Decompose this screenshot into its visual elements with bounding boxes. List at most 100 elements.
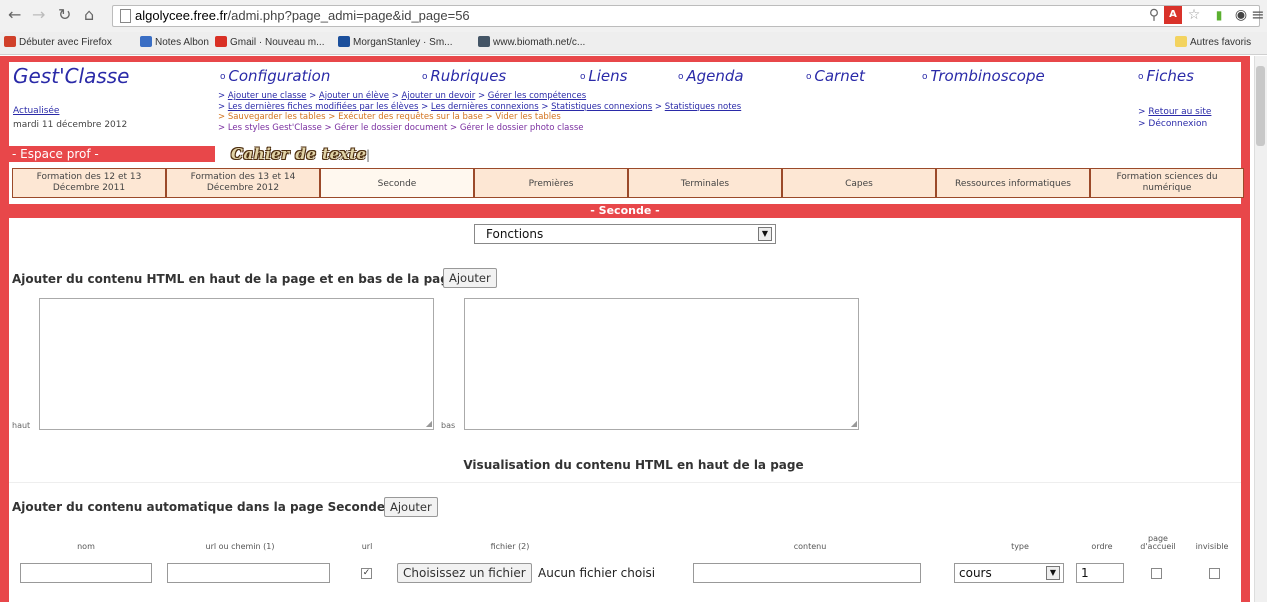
col-invisible: invisible (1195, 542, 1229, 551)
url-host: algolycee.free.fr (135, 8, 228, 23)
menu-icon[interactable]: ≡ (1249, 6, 1267, 24)
link-ajouter-devoir[interactable]: Ajouter un devoir (402, 91, 476, 101)
col-ordre: ordre (1091, 542, 1113, 551)
forward-icon[interactable]: → (32, 4, 45, 26)
address-bar[interactable]: algolycee.free.fr/admi.php?page_admi=pag… (112, 5, 1260, 27)
link-ajouter-classe[interactable]: Ajouter une classe (228, 91, 307, 101)
bookmark-icon (140, 36, 152, 47)
label-haut: haut (12, 421, 31, 430)
menu-fiches[interactable]: Fiches (1138, 67, 1194, 85)
link-deconnexion[interactable]: Déconnexion (1148, 119, 1207, 129)
bookmark-label: Notes Albon (155, 37, 209, 48)
add-auto-button[interactable]: Ajouter (384, 497, 438, 517)
resize-grip-icon[interactable]: ◢ (851, 419, 857, 428)
other-bookmarks-label: Autres favoris (1190, 37, 1252, 48)
link-styles[interactable]: Les styles Gest'Classe (228, 123, 322, 133)
textarea-haut[interactable]: ◢ (39, 298, 434, 430)
preview-heading: Visualisation du contenu HTML en haut de… (463, 458, 804, 472)
tab-formation-2011[interactable]: Formation des 12 et 13 Décembre 2011 (12, 168, 166, 198)
link-vider-tables[interactable]: Vider les tables (495, 112, 561, 122)
bookmark-item[interactable]: MorganStanley · Sm... (338, 35, 452, 51)
admin-links-line: > Les dernières fiches modifiées par les… (218, 101, 742, 112)
menu-carnet[interactable]: Carnet (806, 67, 864, 85)
extension-icon[interactable]: ◉ (1232, 6, 1250, 24)
folder-icon (1175, 36, 1187, 47)
tab-capes[interactable]: Capes (782, 168, 936, 198)
menu-rubriques[interactable]: Rubriques (422, 67, 506, 85)
star-icon[interactable]: ☆ (1185, 6, 1203, 24)
col-page-accueil: page d'accueil (1140, 534, 1176, 551)
nom-input[interactable] (20, 563, 152, 583)
link-stats-connexions[interactable]: Statistiques connexions (551, 102, 652, 112)
menu-trombinoscope[interactable]: Trombinoscope (922, 67, 1044, 85)
col-fichier: fichier (2) (490, 542, 530, 551)
home-icon[interactable]: ⌂ (84, 4, 94, 26)
ordre-input[interactable]: 1 (1076, 563, 1124, 583)
url-checkbox[interactable]: ✓ (361, 568, 372, 579)
type-select[interactable]: cours ▼ (954, 563, 1064, 583)
tab-formation-numerique[interactable]: Formation sciences du numérique (1090, 168, 1244, 198)
invisible-checkbox[interactable] (1209, 568, 1220, 579)
tab-terminales[interactable]: Terminales (628, 168, 782, 198)
admin-links: > Ajouter une classe > Ajouter un élève … (218, 91, 741, 133)
update-date: mardi 11 décembre 2012 (13, 120, 128, 130)
link-dossier-photo[interactable]: Gérer le dossier photo classe (460, 123, 584, 133)
contenu-input[interactable] (693, 563, 921, 583)
admin-links-line: > Ajouter une classe > Ajouter un élève … (218, 91, 587, 101)
link-dernieres-fiches[interactable]: Les dernières fiches modifiées par les é… (228, 102, 419, 112)
link-gerer-competences[interactable]: Gérer les compétences (488, 91, 586, 101)
add-html-button[interactable]: Ajouter (443, 268, 497, 288)
link-dernieres-connexions[interactable]: Les dernières connexions (431, 102, 539, 112)
menu-configuration[interactable]: Configuration (220, 67, 330, 85)
rubrique-select[interactable]: Fonctions ▼ (474, 224, 776, 244)
cahier-de-texte-link[interactable]: Cahier de texte (231, 145, 367, 163)
adblock-icon[interactable]: A (1164, 6, 1182, 24)
textarea-bas[interactable]: ◢ (464, 298, 859, 430)
link-sauvegarder-tables[interactable]: Sauvegarder les tables (228, 112, 326, 122)
account-links: > Retour au site > Déconnexion (1138, 107, 1212, 129)
signal-icon[interactable]: ▮ (1210, 6, 1228, 24)
tab-premieres[interactable]: Premières (474, 168, 628, 198)
bookmark-item[interactable]: Notes Albon (140, 35, 209, 51)
resize-grip-icon[interactable]: ◢ (426, 419, 432, 428)
col-url-chemin: url ou chemin (1) (205, 542, 275, 551)
menu-liens[interactable]: Liens (580, 67, 627, 85)
chevron-down-icon: ▼ (758, 227, 772, 241)
link-stats-notes[interactable]: Statistiques notes (665, 102, 741, 112)
site-logo[interactable]: Gest'Classe (13, 64, 129, 88)
col-type: type (1011, 542, 1029, 551)
bookmark-label: Gmail · Nouveau m... (230, 37, 325, 48)
update-link[interactable]: Actualisée (13, 106, 59, 116)
col-nom: nom (77, 542, 95, 551)
bookmark-item[interactable]: www.biomath.net/c... (478, 35, 585, 51)
tab-seconde[interactable]: Seconde (320, 168, 474, 198)
admin-links-line: > Sauvegarder les tables > Exécuter des … (218, 112, 561, 122)
link-dossier-document[interactable]: Gérer le dossier document (334, 123, 447, 133)
link-ajouter-eleve[interactable]: Ajouter un élève (319, 91, 389, 101)
reload-icon[interactable]: ↻ (58, 4, 71, 26)
choose-file-button[interactable]: Choisissez un fichier (397, 563, 532, 583)
tab-formation-2012[interactable]: Formation des 13 et 14 Décembre 2012 (166, 168, 320, 198)
firefox-icon (4, 36, 16, 47)
browser-toolbar: ← → ↻ ⌂ algolycee.free.fr/admi.php?page_… (0, 0, 1267, 33)
menu-agenda[interactable]: Agenda (678, 67, 743, 85)
divider (9, 482, 1241, 483)
url-chemin-input[interactable] (167, 563, 330, 583)
tab-ressources[interactable]: Ressources informatiques (936, 168, 1090, 198)
page-accueil-checkbox[interactable] (1151, 568, 1162, 579)
type-select-value: cours (959, 566, 992, 580)
col-url: url (361, 542, 373, 551)
col-contenu: contenu (793, 542, 827, 551)
link-retour-site[interactable]: Retour au site (1148, 107, 1211, 117)
link-executer-requetes[interactable]: Exécuter des requêtes sur la base (338, 112, 483, 122)
bookmark-item[interactable]: Gmail · Nouveau m... (215, 35, 324, 51)
zoom-icon[interactable]: ⚲ (1145, 6, 1163, 24)
bookmark-item[interactable]: Débuter avec Firefox (4, 35, 112, 51)
scrollbar-thumb[interactable] (1256, 66, 1265, 146)
gmail-icon (215, 36, 227, 47)
other-bookmarks[interactable]: Autres favoris (1175, 35, 1251, 51)
url-path: /admi.php?page_admi=page&id_page=56 (227, 8, 470, 23)
bookmark-label: Débuter avec Firefox (19, 37, 112, 48)
update-info: Actualisée mardi 11 décembre 2012 (13, 104, 127, 132)
back-icon[interactable]: ← (8, 4, 21, 26)
